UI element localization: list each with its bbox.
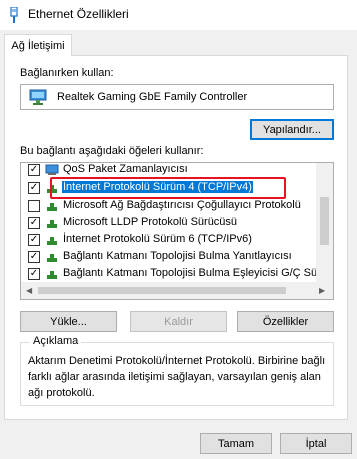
scroll-thumb[interactable] <box>38 287 286 294</box>
scroll-right-icon[interactable]: ▶ <box>319 286 325 295</box>
adapter-name: Realtek Gaming GbE Family Controller <box>57 91 248 103</box>
network-adapter-icon <box>29 89 47 105</box>
ethernet-icon <box>10 7 18 23</box>
checkbox[interactable]: ✓ <box>28 251 40 263</box>
protocol-icon <box>47 203 57 211</box>
scroll-left-icon[interactable]: ◀ <box>26 286 32 295</box>
description-title: Açıklama <box>30 335 82 347</box>
description-text: Aktarım Denetimi Protokolü/İnternet Prot… <box>28 355 326 399</box>
checkbox[interactable]: ✓ <box>28 182 40 194</box>
protocol-icon <box>47 271 57 279</box>
checkbox[interactable]: ✓ <box>28 234 40 246</box>
list-item[interactable]: Microsoft Ağ Bağdaştırıcısı Çoğullayıcı … <box>21 198 317 214</box>
item-label: Microsoft Ağ Bağdaştırıcısı Çoğullayıcı … <box>63 199 301 211</box>
item-label: QoS Paket Zamanlayıcısı <box>63 163 188 175</box>
checkbox[interactable]: ✓ <box>28 268 40 280</box>
item-label: Bağlantı Katmanı Topolojisi Bulma Yanıtl… <box>63 250 292 262</box>
vertical-scrollbar[interactable] <box>316 163 333 283</box>
protocol-icon <box>47 220 57 228</box>
list-item[interactable]: ✓ İnternet Protokolü Sürüm 6 (TCP/IPv6) <box>21 232 317 248</box>
list-item[interactable]: ✓ QoS Paket Zamanlayıcısı <box>21 163 317 178</box>
list-item[interactable]: ✓ Bağlantı Katmanı Topolojisi Bulma Yanı… <box>21 249 317 265</box>
item-label: İnternet Protokolü Sürüm 6 (TCP/IPv6) <box>63 233 252 245</box>
tab-networking[interactable]: Ağ İletişimi <box>4 34 72 56</box>
install-button[interactable]: Yükle... <box>20 311 117 332</box>
ok-button[interactable]: Tamam <box>200 433 272 454</box>
checkbox[interactable]: ✓ <box>28 164 40 176</box>
configure-button[interactable]: Yapılandır... <box>250 119 334 140</box>
qos-icon <box>45 164 59 175</box>
protocol-icon <box>47 237 57 245</box>
list-item[interactable]: ✓ Microsoft LLDP Protokolü Sürücüsü <box>21 215 317 231</box>
cancel-button[interactable]: İptal <box>280 433 352 454</box>
scroll-thumb[interactable] <box>320 197 329 245</box>
window-title: Ethernet Özellikleri <box>28 7 129 21</box>
title-bar: Ethernet Özellikleri <box>0 0 357 30</box>
items-label: Bu bağlantı aşağıdaki öğeleri kullanır: <box>20 145 204 157</box>
properties-button[interactable]: Özellikler <box>237 311 334 332</box>
uninstall-button[interactable]: Kaldır <box>130 311 227 332</box>
horizontal-scrollbar[interactable]: ◀ ▶ <box>21 282 333 299</box>
connect-using-label: Bağlanırken kullan: <box>20 67 114 79</box>
protocol-icon <box>47 254 57 262</box>
checkbox[interactable]: ✓ <box>28 217 40 229</box>
item-label: Microsoft LLDP Protokolü Sürücüsü <box>63 216 238 228</box>
adapter-box: Realtek Gaming GbE Family Controller <box>20 84 334 110</box>
item-label: Bağlantı Katmanı Topolojisi Bulma Eşleyi… <box>63 267 334 279</box>
highlight-box <box>50 177 286 199</box>
list-item[interactable]: ✓ Bağlantı Katmanı Topolojisi Bulma Eşle… <box>21 266 333 282</box>
checkbox[interactable] <box>28 200 40 212</box>
